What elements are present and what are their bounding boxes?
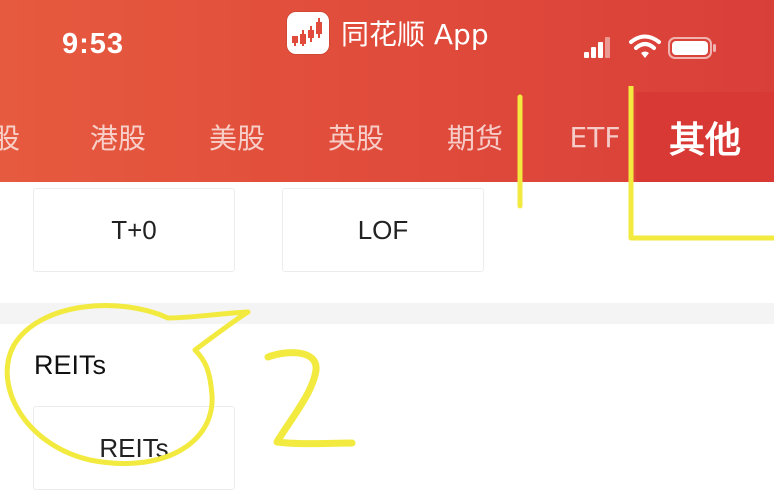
content-area: T+0 LOF REITs REITs: [0, 182, 774, 500]
status-time: 9:53: [62, 28, 125, 60]
tab-partial[interactable]: 股: [0, 92, 26, 182]
chip-reits[interactable]: REITs: [33, 406, 235, 490]
section-divider: [0, 303, 774, 324]
app-name: 同花顺 App: [341, 18, 489, 51]
section-title-reits: REITs: [34, 350, 107, 380]
app-header: 9:53 同花顺 App 股 港股 美股 英股 期货 ETF 其他: [0, 0, 774, 182]
app-badge: 同花顺 App: [287, 12, 489, 54]
market-tabs: 股 港股 美股 英股 期货 ETF 其他: [0, 92, 774, 182]
wifi-icon: [629, 34, 661, 58]
status-bar: 9:53 同花顺 App: [0, 0, 774, 92]
signal-icon: [584, 37, 610, 58]
chip-lof[interactable]: LOF: [282, 188, 484, 272]
tab-hk-stocks[interactable]: 港股: [83, 92, 153, 182]
battery-icon: [668, 37, 716, 59]
tab-futures[interactable]: 期货: [440, 92, 510, 182]
chip-t0[interactable]: T+0: [33, 188, 235, 272]
tab-other[interactable]: 其他: [636, 92, 774, 182]
tab-uk-stocks[interactable]: 英股: [321, 92, 391, 182]
tab-etf[interactable]: ETF: [562, 92, 628, 182]
app-logo-icon: [287, 12, 329, 54]
tab-us-stocks[interactable]: 美股: [202, 92, 272, 182]
